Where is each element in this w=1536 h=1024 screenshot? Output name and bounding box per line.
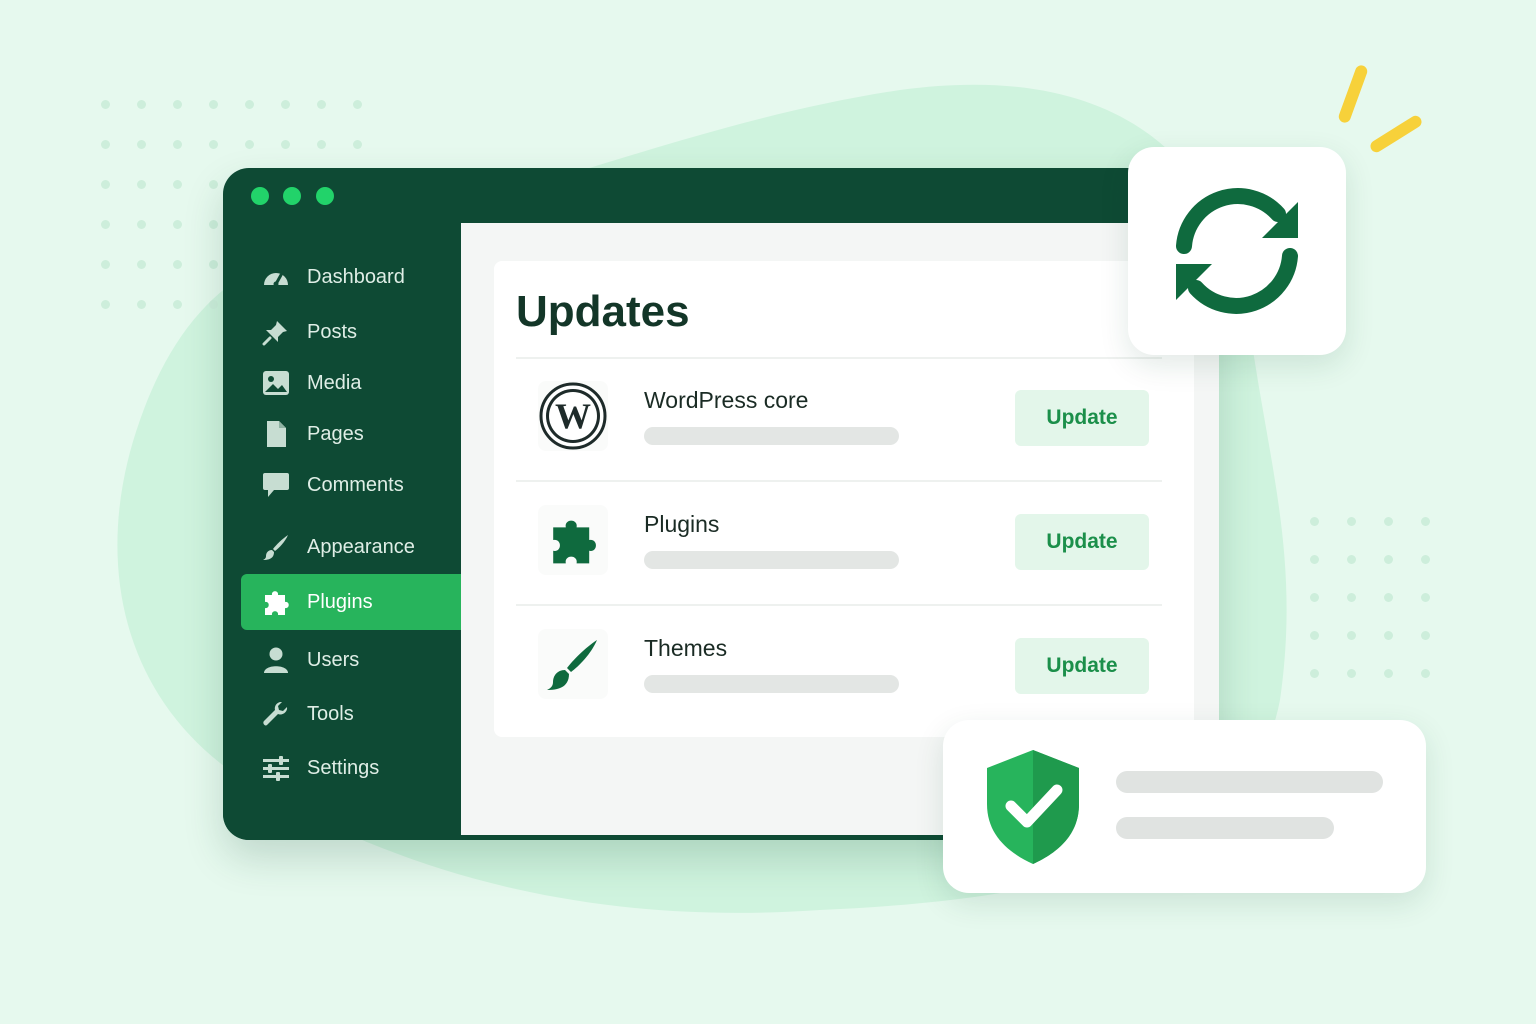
sidebar-item-users[interactable]: Users [241, 638, 461, 682]
page-icon [261, 419, 291, 449]
sidebar-item-label: Posts [307, 320, 358, 343]
sidebar-item-label: Dashboard [307, 265, 405, 288]
svg-text:W: W [555, 396, 591, 436]
row-label-themes: Themes [644, 635, 728, 661]
plugin-icon [261, 587, 291, 617]
divider [516, 357, 1162, 359]
updates-panel: Updates W WordPress core Update Plugins [494, 261, 1194, 737]
progress-placeholder [644, 427, 899, 445]
progress-placeholder [644, 675, 899, 693]
media-icon [261, 368, 291, 398]
sidebar-item-appearance[interactable]: Appearance [241, 525, 461, 569]
divider [516, 480, 1162, 482]
security-card [943, 720, 1426, 893]
sidebar-item-tools[interactable]: Tools [241, 692, 461, 736]
sidebar-item-pages[interactable]: Pages [241, 412, 461, 456]
wrench-icon [261, 699, 291, 729]
progress-placeholder [644, 551, 899, 569]
sidebar-item-posts[interactable]: Posts [241, 310, 461, 354]
window-dot[interactable] [251, 187, 269, 205]
text-placeholder [1116, 817, 1334, 839]
divider [516, 604, 1162, 606]
sidebar-item-label: Appearance [307, 535, 415, 558]
window-dot[interactable] [283, 187, 301, 205]
shield-check-icon [987, 750, 1079, 864]
sidebar-item-label: Media [307, 371, 362, 394]
sidebar-item-settings[interactable]: Settings [241, 746, 461, 790]
sidebar: Dashboard Posts Media Pages Comments App… [223, 223, 461, 840]
window-dot[interactable] [316, 187, 334, 205]
sidebar-item-dashboard[interactable]: Dashboard [241, 255, 461, 299]
text-placeholder [1116, 771, 1383, 793]
settings-sliders-icon [261, 753, 291, 783]
pushpin-icon [261, 317, 291, 347]
brush-icon [538, 629, 608, 699]
sidebar-item-plugins[interactable]: Plugins [241, 574, 461, 630]
update-plugins-button[interactable]: Update [1015, 514, 1149, 570]
sync-icon [1176, 188, 1298, 314]
user-icon [261, 645, 291, 675]
decorative-dot-grid [1310, 517, 1458, 678]
plugin-icon [538, 505, 608, 575]
sidebar-item-label: Settings [307, 756, 380, 779]
row-label-plugins: Plugins [644, 511, 720, 537]
sidebar-item-label: Plugins [307, 590, 373, 613]
page-title: Updates [516, 287, 690, 336]
update-themes-button[interactable]: Update [1015, 638, 1149, 694]
row-label-wordpress-core: WordPress core [644, 387, 809, 413]
sidebar-item-media[interactable]: Media [241, 361, 461, 405]
sidebar-item-comments[interactable]: Comments [241, 463, 461, 507]
brush-icon [261, 532, 291, 562]
sync-card [1128, 147, 1346, 355]
update-wordpress-core-button[interactable]: Update [1015, 390, 1149, 446]
comment-icon [261, 470, 291, 500]
sidebar-item-label: Tools [307, 702, 354, 725]
window-titlebar [223, 168, 1219, 223]
sidebar-item-label: Users [307, 648, 360, 671]
sidebar-item-label: Comments [307, 473, 404, 496]
wordpress-logo-icon: W [538, 381, 608, 451]
dashboard-icon [261, 262, 291, 292]
sidebar-item-label: Pages [307, 422, 364, 445]
